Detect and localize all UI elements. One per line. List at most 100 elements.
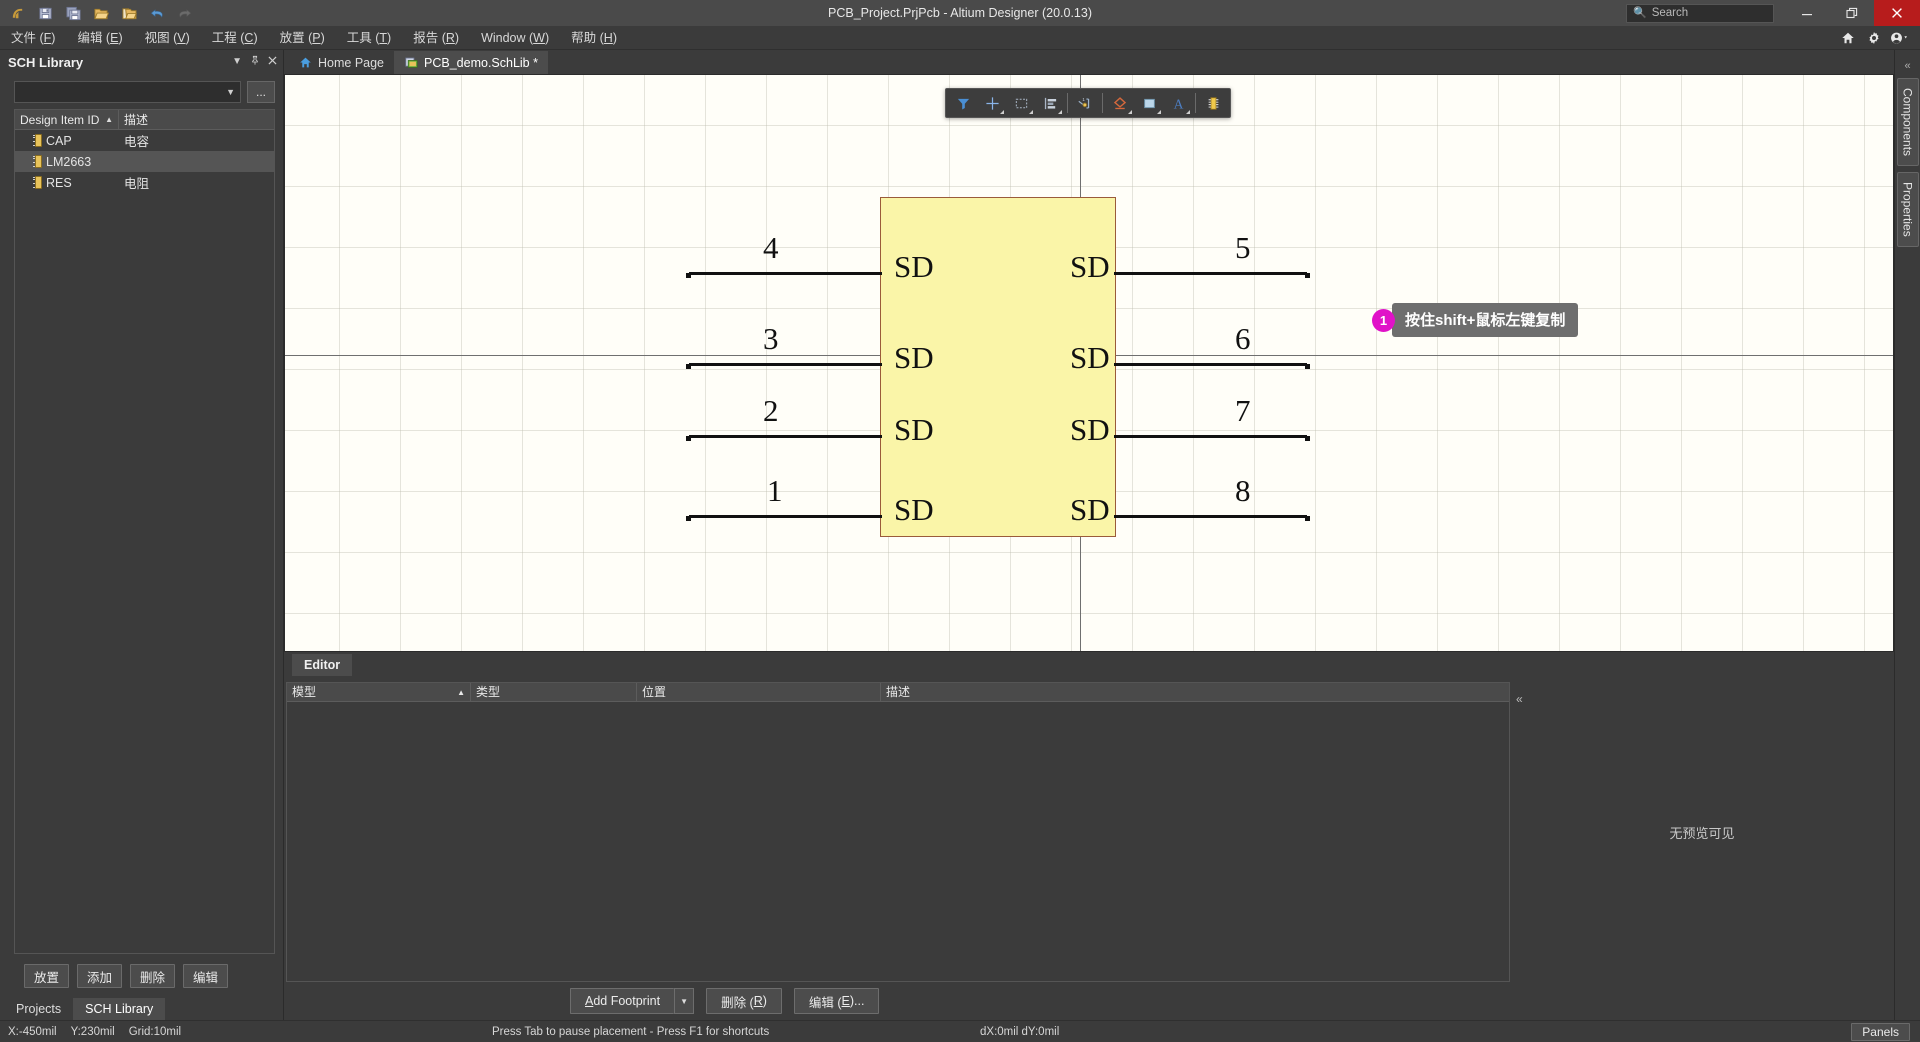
toolbar-separator (1067, 93, 1068, 113)
place-button[interactable]: 放置 (24, 964, 70, 988)
schematic-canvas[interactable]: 1 A 4 SD 3 SD 2 SD 1 SD 5 SD 6 SD 7 SD 8… (284, 74, 1894, 652)
menu-view[interactable]: 视图 (V) (134, 26, 201, 50)
menu-reports[interactable]: 报告 (R) (402, 26, 470, 50)
table-row[interactable]: RES 电阻 (15, 172, 274, 193)
column-header-model[interactable]: 模型 ▲ (287, 683, 471, 701)
add-footprint-button[interactable]: Add Footprint (570, 988, 675, 1014)
design-item-id-label: RES (46, 175, 72, 190)
pin-line-right-6[interactable] (1114, 363, 1307, 366)
canvas-floating-toolbar: 1 A (945, 88, 1231, 118)
model-table-body[interactable] (287, 702, 1509, 981)
menu-bar: 文件 (F) 编辑 (E) 视图 (V) 工程 (C) 放置 (P) 工具 (T… (0, 26, 1920, 50)
tab-home-page[interactable]: Home Page (288, 51, 394, 74)
restore-button[interactable] (1829, 0, 1874, 26)
align-icon[interactable] (1036, 90, 1064, 116)
edit-button[interactable]: 编辑 (183, 964, 229, 988)
library-combobox[interactable]: ▼ (14, 81, 241, 103)
place-rectangle-icon[interactable] (1135, 90, 1163, 116)
delete-model-button[interactable]: 删除 (R) (706, 988, 782, 1014)
place-component-icon[interactable] (1199, 90, 1227, 116)
column-header-description[interactable]: 描述 (119, 110, 274, 129)
add-button[interactable]: 添加 (77, 964, 123, 988)
tab-label: PCB_demo.SchLib * (424, 55, 538, 70)
collapse-dock-icon[interactable]: « (1904, 60, 1910, 72)
collapse-preview-icon[interactable]: « (1516, 692, 1523, 706)
properties-panel-tab[interactable]: Properties (1896, 172, 1919, 247)
place-polygon-icon[interactable] (1106, 90, 1134, 116)
pin-number-3: 3 (763, 321, 779, 356)
search-input[interactable] (1651, 7, 1767, 19)
save-all-icon[interactable] (60, 2, 86, 24)
status-bar: X:-450mil Y:230mil Grid:10mil Press Tab … (0, 1020, 1920, 1042)
chevron-down-icon[interactable]: ▼ (674, 988, 695, 1014)
pin-name-6: SD (1070, 340, 1110, 375)
column-header-description[interactable]: 描述 (881, 683, 1509, 701)
open-project-icon[interactable] (116, 2, 142, 24)
pin-line-left-4[interactable] (689, 272, 882, 275)
pin-icon[interactable] (250, 55, 260, 69)
open-icon[interactable] (88, 2, 114, 24)
pin-line-left-1[interactable] (689, 515, 882, 518)
pin-endpoint-right-5 (1305, 273, 1310, 278)
pin-line-right-8[interactable] (1114, 515, 1307, 518)
pin-line-left-2[interactable] (689, 435, 882, 438)
crosshair-icon[interactable] (978, 90, 1006, 116)
pin-line-left-3[interactable] (689, 363, 882, 366)
column-label: 模型 (292, 684, 317, 699)
tab-sch-library[interactable]: SCH Library (73, 998, 166, 1020)
pin-line-right-5[interactable] (1114, 272, 1307, 275)
column-header-design-item-id[interactable]: Design Item ID ▲ (15, 110, 119, 129)
tab-projects[interactable]: Projects (4, 998, 73, 1020)
account-icon[interactable] (1888, 26, 1912, 50)
close-icon[interactable] (268, 56, 277, 68)
pin-endpoint-right-6 (1305, 364, 1310, 369)
place-pin-icon[interactable]: 1 (1071, 90, 1099, 116)
table-row[interactable]: LM2663 (15, 151, 274, 172)
component-icon (33, 134, 42, 147)
title-bar: PCB_Project.PrjPcb - Altium Designer (20… (0, 0, 1920, 26)
library-browse-button[interactable]: ... (247, 81, 275, 103)
titlebar-right-group: 🔍 (1626, 0, 1920, 26)
component-icon (33, 155, 42, 168)
menu-window[interactable]: Window (W) (470, 26, 560, 50)
save-icon[interactable] (32, 2, 58, 24)
global-search[interactable]: 🔍 (1626, 3, 1774, 23)
menu-project[interactable]: 工程 (C) (201, 26, 269, 50)
menu-edit[interactable]: 编辑 (E) (66, 26, 133, 50)
menu-tools[interactable]: 工具 (T) (336, 26, 402, 50)
tab-pcb-demo-schlib[interactable]: PCB_demo.SchLib * (394, 51, 548, 74)
schlib-icon (404, 56, 418, 70)
delete-button[interactable]: 删除 (130, 964, 176, 988)
design-item-id-cell: RES (15, 176, 119, 190)
chevron-down-icon[interactable]: ▼ (232, 57, 242, 67)
components-panel-tab[interactable]: Components (1896, 78, 1919, 167)
pin-name-3: SD (894, 340, 934, 375)
select-rectangle-icon[interactable] (1007, 90, 1035, 116)
minimize-button[interactable] (1784, 0, 1829, 26)
svg-text:1: 1 (1082, 97, 1085, 102)
column-header-location[interactable]: 位置 (637, 683, 881, 701)
altium-logo-icon[interactable] (4, 2, 30, 24)
place-text-icon[interactable]: A (1164, 90, 1192, 116)
panels-button[interactable]: Panels (1851, 1022, 1910, 1041)
close-button[interactable] (1874, 0, 1920, 26)
altium-designer-window: PCB_Project.PrjPcb - Altium Designer (20… (0, 0, 1920, 1042)
undo-icon[interactable] (144, 2, 170, 24)
menu-file[interactable]: 文件 (F) (0, 26, 66, 50)
home-icon[interactable] (1836, 26, 1860, 50)
column-header-type[interactable]: 类型 (471, 683, 637, 701)
filter-icon[interactable] (949, 90, 977, 116)
toolbar-separator (1195, 93, 1196, 113)
gear-icon[interactable] (1862, 26, 1886, 50)
tab-editor[interactable]: Editor (292, 654, 353, 676)
pin-line-right-7[interactable] (1114, 435, 1307, 438)
annotation-tooltip: 1 按住shift+鼠标左键复制 (1372, 303, 1579, 337)
menu-place[interactable]: 放置 (P) (269, 26, 336, 50)
menu-help[interactable]: 帮助 (H) (560, 26, 628, 50)
pin-name-1: SD (894, 492, 934, 527)
design-item-id-label: LM2663 (46, 154, 92, 169)
table-row[interactable]: CAP 电容 (15, 130, 274, 151)
sort-asc-icon: ▲ (105, 114, 113, 124)
edit-model-button[interactable]: 编辑 (E)... (793, 988, 880, 1014)
sch-library-panel: SCH Library ▼ ▼ ... Design Item ID ▲ 描述 … (0, 50, 284, 1020)
